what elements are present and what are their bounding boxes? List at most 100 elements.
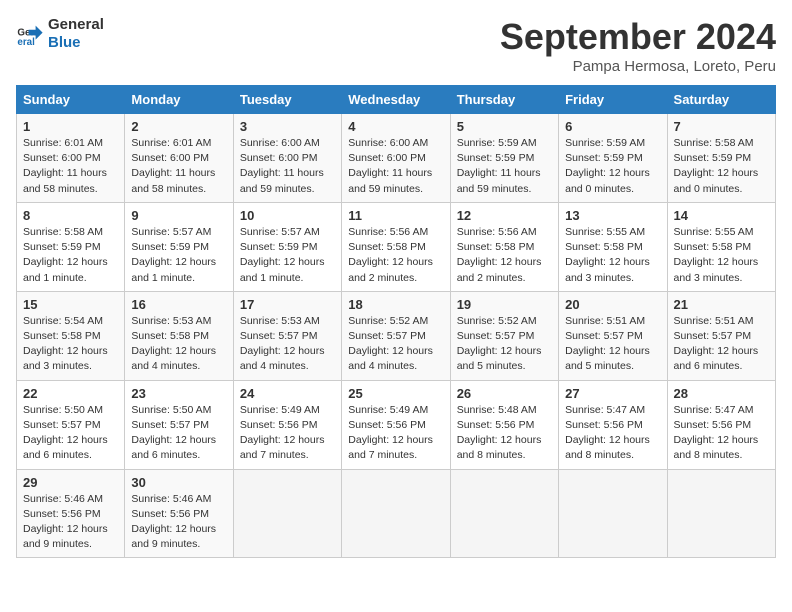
day-info: Sunrise: 5:56 AM Sunset: 5:58 PM Dayligh… bbox=[457, 225, 552, 286]
day-number: 30 bbox=[131, 475, 226, 490]
calendar-cell: 15 Sunrise: 5:54 AM Sunset: 5:58 PM Dayl… bbox=[17, 291, 125, 380]
calendar-cell: 17 Sunrise: 5:53 AM Sunset: 5:57 PM Dayl… bbox=[233, 291, 341, 380]
calendar-cell: 24 Sunrise: 5:49 AM Sunset: 5:56 PM Dayl… bbox=[233, 380, 341, 469]
week-row-5: 29 Sunrise: 5:46 AM Sunset: 5:56 PM Dayl… bbox=[17, 469, 776, 558]
day-info: Sunrise: 5:49 AM Sunset: 5:56 PM Dayligh… bbox=[240, 403, 335, 464]
day-number: 22 bbox=[23, 386, 118, 401]
day-info: Sunrise: 5:49 AM Sunset: 5:56 PM Dayligh… bbox=[348, 403, 443, 464]
day-number: 28 bbox=[674, 386, 769, 401]
day-header-wednesday: Wednesday bbox=[342, 86, 450, 114]
week-row-2: 8 Sunrise: 5:58 AM Sunset: 5:59 PM Dayli… bbox=[17, 202, 776, 291]
calendar-cell: 7 Sunrise: 5:58 AM Sunset: 5:59 PM Dayli… bbox=[667, 114, 775, 203]
day-number: 18 bbox=[348, 297, 443, 312]
calendar-cell: 18 Sunrise: 5:52 AM Sunset: 5:57 PM Dayl… bbox=[342, 291, 450, 380]
day-number: 9 bbox=[131, 208, 226, 223]
day-info: Sunrise: 6:00 AM Sunset: 6:00 PM Dayligh… bbox=[348, 136, 443, 197]
day-number: 12 bbox=[457, 208, 552, 223]
day-info: Sunrise: 5:48 AM Sunset: 5:56 PM Dayligh… bbox=[457, 403, 552, 464]
day-header-tuesday: Tuesday bbox=[233, 86, 341, 114]
day-header-sunday: Sunday bbox=[17, 86, 125, 114]
day-info: Sunrise: 5:59 AM Sunset: 5:59 PM Dayligh… bbox=[565, 136, 660, 197]
calendar-cell: 13 Sunrise: 5:55 AM Sunset: 5:58 PM Dayl… bbox=[559, 202, 667, 291]
day-info: Sunrise: 5:52 AM Sunset: 5:57 PM Dayligh… bbox=[457, 314, 552, 375]
calendar-cell: 16 Sunrise: 5:53 AM Sunset: 5:58 PM Dayl… bbox=[125, 291, 233, 380]
day-number: 1 bbox=[23, 119, 118, 134]
calendar-cell: 14 Sunrise: 5:55 AM Sunset: 5:58 PM Dayl… bbox=[667, 202, 775, 291]
calendar-cell: 5 Sunrise: 5:59 AM Sunset: 5:59 PM Dayli… bbox=[450, 114, 558, 203]
calendar-cell: 30 Sunrise: 5:46 AM Sunset: 5:56 PM Dayl… bbox=[125, 469, 233, 558]
calendar-cell: 12 Sunrise: 5:56 AM Sunset: 5:58 PM Dayl… bbox=[450, 202, 558, 291]
logo-icon: Gen eral bbox=[16, 20, 44, 48]
day-info: Sunrise: 6:01 AM Sunset: 6:00 PM Dayligh… bbox=[131, 136, 226, 197]
location-subtitle: Pampa Hermosa, Loreto, Peru bbox=[500, 58, 776, 75]
calendar-cell: 1 Sunrise: 6:01 AM Sunset: 6:00 PM Dayli… bbox=[17, 114, 125, 203]
day-number: 13 bbox=[565, 208, 660, 223]
week-row-3: 15 Sunrise: 5:54 AM Sunset: 5:58 PM Dayl… bbox=[17, 291, 776, 380]
day-number: 21 bbox=[674, 297, 769, 312]
calendar-cell: 27 Sunrise: 5:47 AM Sunset: 5:56 PM Dayl… bbox=[559, 380, 667, 469]
page-header: Gen eral General Blue September 2024 Pam… bbox=[16, 16, 776, 75]
calendar-cell: 22 Sunrise: 5:50 AM Sunset: 5:57 PM Dayl… bbox=[17, 380, 125, 469]
calendar-table: SundayMondayTuesdayWednesdayThursdayFrid… bbox=[16, 85, 776, 558]
day-number: 14 bbox=[674, 208, 769, 223]
day-number: 24 bbox=[240, 386, 335, 401]
day-header-friday: Friday bbox=[559, 86, 667, 114]
day-number: 27 bbox=[565, 386, 660, 401]
calendar-cell: 4 Sunrise: 6:00 AM Sunset: 6:00 PM Dayli… bbox=[342, 114, 450, 203]
day-info: Sunrise: 6:01 AM Sunset: 6:00 PM Dayligh… bbox=[23, 136, 118, 197]
calendar-cell bbox=[559, 469, 667, 558]
day-info: Sunrise: 5:55 AM Sunset: 5:58 PM Dayligh… bbox=[674, 225, 769, 286]
day-info: Sunrise: 5:46 AM Sunset: 5:56 PM Dayligh… bbox=[131, 492, 226, 553]
calendar-cell: 25 Sunrise: 5:49 AM Sunset: 5:56 PM Dayl… bbox=[342, 380, 450, 469]
day-info: Sunrise: 6:00 AM Sunset: 6:00 PM Dayligh… bbox=[240, 136, 335, 197]
day-info: Sunrise: 5:52 AM Sunset: 5:57 PM Dayligh… bbox=[348, 314, 443, 375]
calendar-cell: 11 Sunrise: 5:56 AM Sunset: 5:58 PM Dayl… bbox=[342, 202, 450, 291]
week-row-4: 22 Sunrise: 5:50 AM Sunset: 5:57 PM Dayl… bbox=[17, 380, 776, 469]
calendar-body: 1 Sunrise: 6:01 AM Sunset: 6:00 PM Dayli… bbox=[17, 114, 776, 558]
logo-line1: General bbox=[48, 16, 104, 34]
calendar-cell: 3 Sunrise: 6:00 AM Sunset: 6:00 PM Dayli… bbox=[233, 114, 341, 203]
day-info: Sunrise: 5:50 AM Sunset: 5:57 PM Dayligh… bbox=[131, 403, 226, 464]
calendar-cell: 2 Sunrise: 6:01 AM Sunset: 6:00 PM Dayli… bbox=[125, 114, 233, 203]
day-number: 25 bbox=[348, 386, 443, 401]
calendar-header: SundayMondayTuesdayWednesdayThursdayFrid… bbox=[17, 86, 776, 114]
day-number: 29 bbox=[23, 475, 118, 490]
day-number: 17 bbox=[240, 297, 335, 312]
day-number: 8 bbox=[23, 208, 118, 223]
day-number: 10 bbox=[240, 208, 335, 223]
day-info: Sunrise: 5:58 AM Sunset: 5:59 PM Dayligh… bbox=[23, 225, 118, 286]
header-row: SundayMondayTuesdayWednesdayThursdayFrid… bbox=[17, 86, 776, 114]
day-header-saturday: Saturday bbox=[667, 86, 775, 114]
week-row-1: 1 Sunrise: 6:01 AM Sunset: 6:00 PM Dayli… bbox=[17, 114, 776, 203]
day-number: 5 bbox=[457, 119, 552, 134]
calendar-cell: 21 Sunrise: 5:51 AM Sunset: 5:57 PM Dayl… bbox=[667, 291, 775, 380]
calendar-cell bbox=[450, 469, 558, 558]
day-number: 3 bbox=[240, 119, 335, 134]
day-info: Sunrise: 5:51 AM Sunset: 5:57 PM Dayligh… bbox=[674, 314, 769, 375]
day-header-monday: Monday bbox=[125, 86, 233, 114]
logo: Gen eral General Blue bbox=[16, 16, 104, 52]
day-number: 20 bbox=[565, 297, 660, 312]
day-info: Sunrise: 5:53 AM Sunset: 5:57 PM Dayligh… bbox=[240, 314, 335, 375]
svg-text:eral: eral bbox=[17, 37, 35, 48]
day-number: 19 bbox=[457, 297, 552, 312]
calendar-cell: 23 Sunrise: 5:50 AM Sunset: 5:57 PM Dayl… bbox=[125, 380, 233, 469]
logo-line2: Blue bbox=[48, 34, 104, 52]
calendar-cell: 19 Sunrise: 5:52 AM Sunset: 5:57 PM Dayl… bbox=[450, 291, 558, 380]
day-info: Sunrise: 5:54 AM Sunset: 5:58 PM Dayligh… bbox=[23, 314, 118, 375]
calendar-cell bbox=[233, 469, 341, 558]
calendar-cell: 28 Sunrise: 5:47 AM Sunset: 5:56 PM Dayl… bbox=[667, 380, 775, 469]
month-title: September 2024 bbox=[500, 16, 776, 58]
day-info: Sunrise: 5:57 AM Sunset: 5:59 PM Dayligh… bbox=[131, 225, 226, 286]
day-header-thursday: Thursday bbox=[450, 86, 558, 114]
day-number: 16 bbox=[131, 297, 226, 312]
day-info: Sunrise: 5:47 AM Sunset: 5:56 PM Dayligh… bbox=[674, 403, 769, 464]
calendar-cell: 26 Sunrise: 5:48 AM Sunset: 5:56 PM Dayl… bbox=[450, 380, 558, 469]
day-number: 4 bbox=[348, 119, 443, 134]
day-info: Sunrise: 5:51 AM Sunset: 5:57 PM Dayligh… bbox=[565, 314, 660, 375]
calendar-cell: 6 Sunrise: 5:59 AM Sunset: 5:59 PM Dayli… bbox=[559, 114, 667, 203]
title-block: September 2024 Pampa Hermosa, Loreto, Pe… bbox=[500, 16, 776, 75]
day-number: 26 bbox=[457, 386, 552, 401]
day-info: Sunrise: 5:57 AM Sunset: 5:59 PM Dayligh… bbox=[240, 225, 335, 286]
day-info: Sunrise: 5:47 AM Sunset: 5:56 PM Dayligh… bbox=[565, 403, 660, 464]
